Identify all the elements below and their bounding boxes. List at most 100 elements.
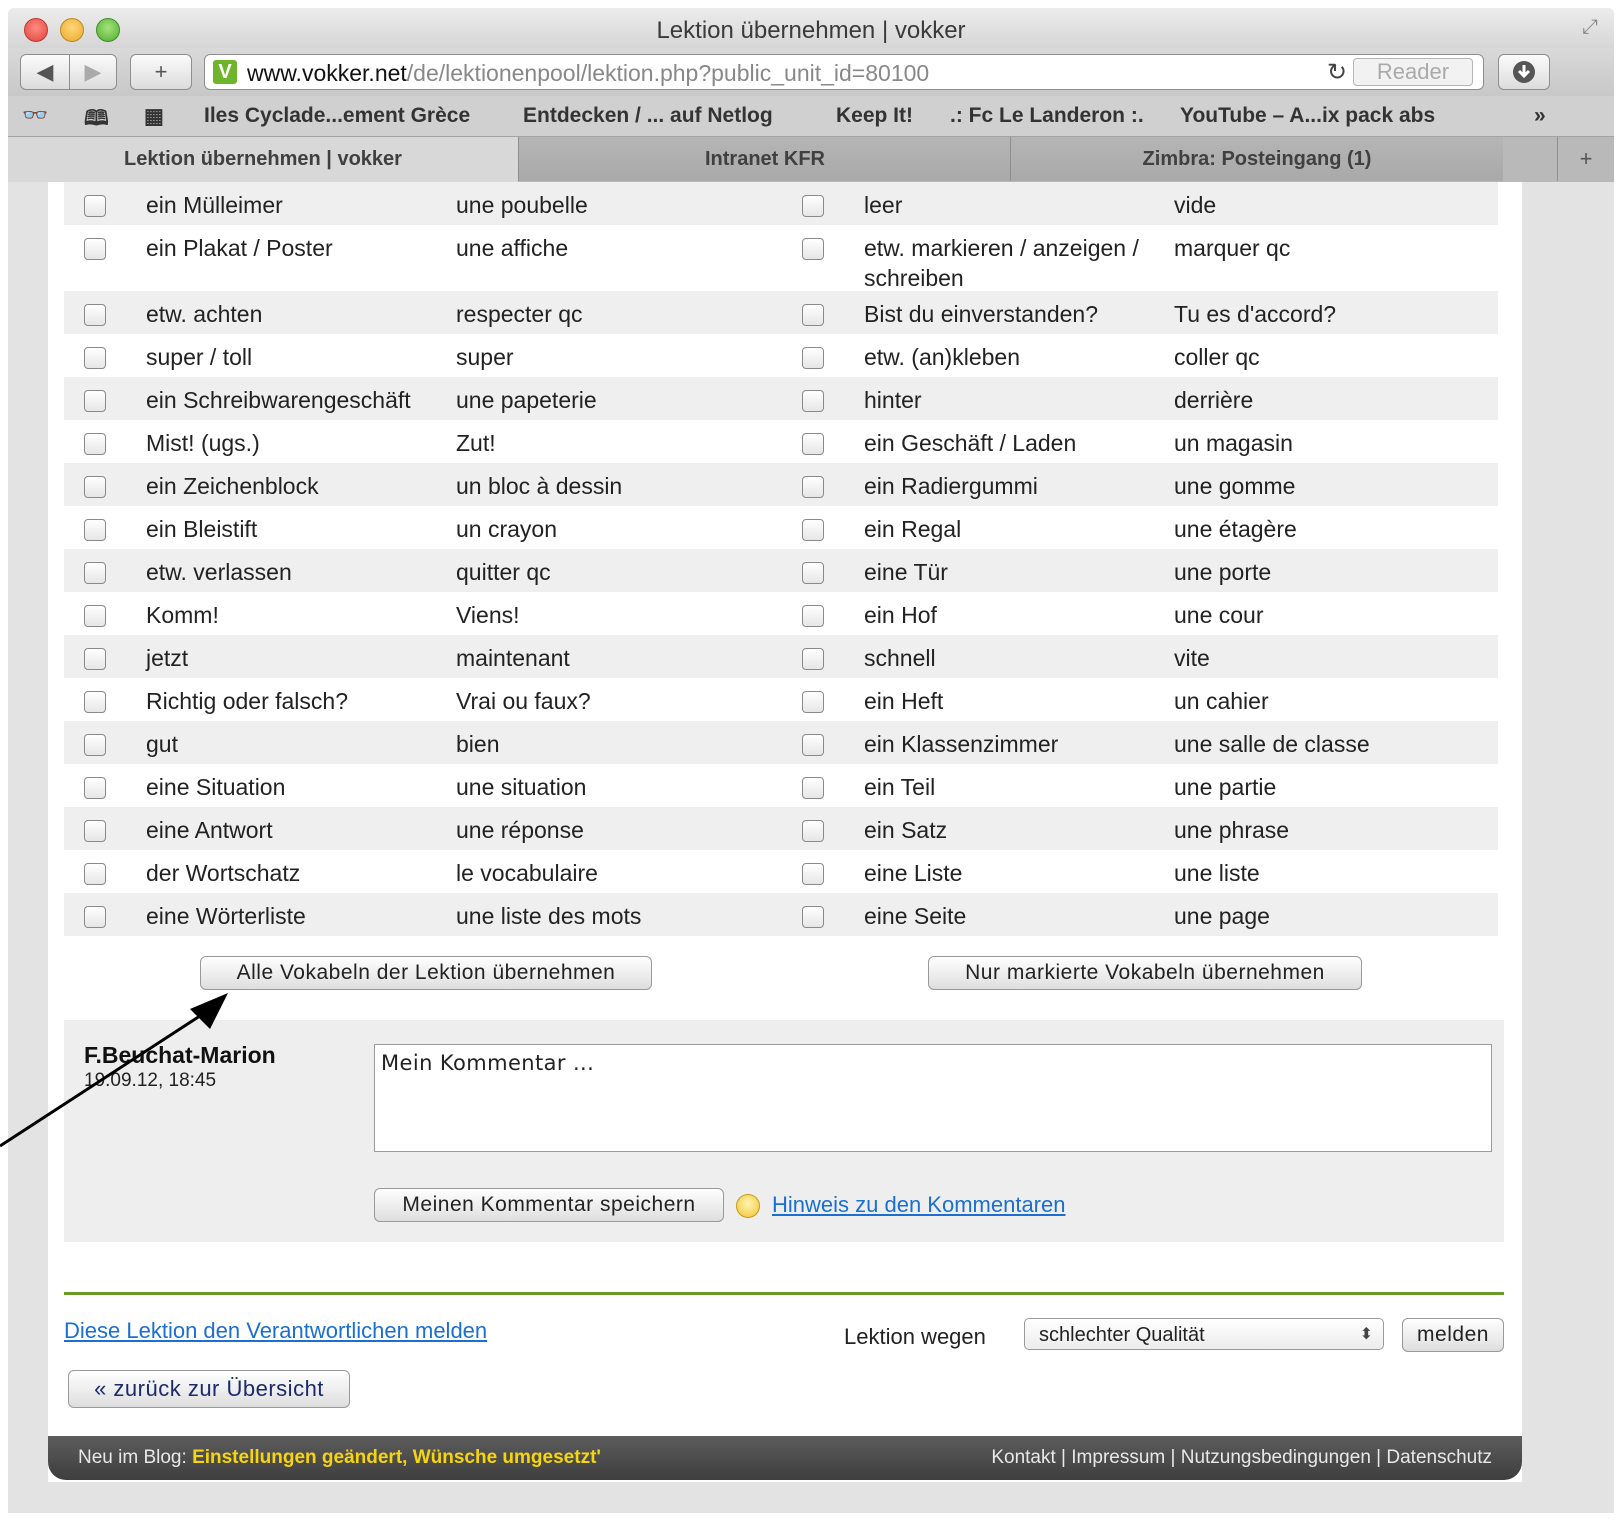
german-word: etw. markieren / anzeigen / schreiben (864, 235, 1139, 291)
german-word: ein Teil (864, 774, 936, 800)
french-word: bien (456, 731, 500, 757)
german-word: eine Wörterliste (146, 903, 306, 929)
report-lesson-link[interactable]: Diese Lektion den Verantwortlichen melde… (64, 1318, 487, 1344)
footer-links[interactable]: Kontakt | Impressum | Nutzungsbedingunge… (991, 1447, 1492, 1469)
vocab-checkbox[interactable] (802, 820, 824, 842)
reading-list-icon[interactable]: 👓 (22, 104, 48, 128)
vocab-checkbox[interactable] (802, 433, 824, 455)
german-word: eine Situation (146, 774, 286, 800)
downloads-button[interactable] (1498, 54, 1550, 90)
comment-hint-link[interactable]: Hinweis zu den Kommentaren (772, 1192, 1065, 1218)
vocab-checkbox[interactable] (84, 734, 106, 756)
french-word: quitter qc (456, 559, 551, 585)
take-marked-vocabulary-button[interactable]: Nur markierte Vokabeln übernehmen (928, 956, 1362, 990)
bookmarks-overflow-icon[interactable]: » (1534, 104, 1546, 128)
french-word: coller qc (1174, 344, 1260, 370)
top-sites-grid-icon[interactable]: ▦ (144, 104, 164, 129)
vocab-checkbox[interactable] (802, 195, 824, 217)
vocab-checkbox[interactable] (84, 519, 106, 541)
vocab-checkbox[interactable] (802, 304, 824, 326)
bookmark-item[interactable]: Keep It! (836, 104, 913, 128)
german-word: hinter (864, 387, 922, 413)
bookmark-item[interactable]: Iles Cyclade...ement Grèce (204, 104, 470, 128)
french-word: vite (1174, 645, 1210, 671)
vocab-checkbox[interactable] (802, 734, 824, 756)
vocab-checkbox[interactable] (802, 691, 824, 713)
comment-section: F.Beuchat-Marion 19.09.12, 18:45 Mein Ko… (64, 1020, 1504, 1242)
comment-author: F.Beuchat-Marion (84, 1042, 276, 1068)
reload-icon[interactable]: ↻ (1327, 58, 1347, 87)
german-word: jetzt (146, 645, 189, 671)
vocab-checkbox[interactable] (802, 476, 824, 498)
bookmark-item[interactable]: .: Fc Le Landeron :. (950, 104, 1144, 128)
french-word: le vocabulaire (456, 860, 598, 886)
vocab-checkbox[interactable] (84, 433, 106, 455)
vocab-checkbox[interactable] (802, 906, 824, 928)
vocab-checkbox[interactable] (84, 605, 106, 627)
vocab-checkbox[interactable] (84, 476, 106, 498)
vocab-checkbox[interactable] (802, 390, 824, 412)
vocabulary-row: ein Schreibwarengeschäft une papeterie hin… (64, 377, 1498, 420)
back-to-overview-button[interactable]: « zurück zur Übersicht (68, 1370, 350, 1408)
french-word: super (456, 344, 514, 370)
vocab-checkbox[interactable] (802, 605, 824, 627)
address-bar[interactable]: V www.vokker.net/de/lektionenpool/lektio… (204, 54, 1484, 90)
save-comment-button[interactable]: Meinen Kommentar speichern (374, 1188, 724, 1222)
vocab-checkbox[interactable] (802, 863, 824, 885)
vocab-checkbox[interactable] (802, 562, 824, 584)
report-reason-label: Lektion wegen (844, 1324, 986, 1349)
french-word: une affiche (456, 235, 569, 261)
footer-blog-prefix: Neu im Blog: (78, 1447, 187, 1468)
german-word: eine Antwort (146, 817, 273, 843)
vocab-checkbox[interactable] (84, 863, 106, 885)
french-word: une cour (1174, 602, 1264, 628)
vocab-checkbox[interactable] (84, 906, 106, 928)
vocab-checkbox[interactable] (84, 195, 106, 217)
german-word: ein Geschäft / Laden (864, 430, 1077, 456)
footer-blog-link[interactable]: Einstellungen geändert, Wünsche umgesetz… (192, 1447, 601, 1468)
vocab-checkbox[interactable] (84, 820, 106, 842)
add-bookmark-button[interactable]: + (130, 54, 192, 90)
fullscreen-icon[interactable]: ⤢ (1582, 16, 1598, 39)
vocab-checkbox[interactable] (84, 347, 106, 369)
page-viewport: ein Mülleimer une poubelle leer vide ein Pla… (8, 182, 1614, 1513)
forward-button[interactable]: ▶ (69, 54, 117, 90)
vocab-checkbox[interactable] (802, 777, 824, 799)
german-word: ein Plakat / Poster (146, 235, 333, 261)
report-submit-button[interactable]: melden (1402, 1318, 1504, 1352)
vocab-checkbox[interactable] (84, 390, 106, 412)
vocab-checkbox[interactable] (84, 691, 106, 713)
bookmark-item[interactable]: YouTube – A...ix pack abs (1180, 104, 1435, 128)
german-word: der Wortschatz (146, 860, 301, 886)
bookmark-item[interactable]: Entdecken / ... auf Netlog (523, 104, 773, 128)
vocabulary-row: Richtig oder falsch? Vrai ou faux? ein Hef… (64, 678, 1498, 721)
vocab-checkbox[interactable] (84, 562, 106, 584)
vocab-checkbox[interactable] (84, 238, 106, 260)
back-button[interactable]: ◀ (20, 54, 70, 90)
vocab-checkbox[interactable] (802, 238, 824, 260)
take-all-vocabulary-button[interactable]: Alle Vokabeln der Lektion übernehmen (200, 956, 652, 990)
new-tab-button[interactable]: + (1557, 137, 1614, 181)
vocab-checkbox[interactable] (84, 648, 106, 670)
vocab-checkbox[interactable] (802, 648, 824, 670)
report-reason-select[interactable]: schlechter Qualität ⬍ (1024, 1318, 1384, 1350)
comment-textarea[interactable]: Mein Kommentar ... (374, 1044, 1492, 1152)
french-word: Viens! (456, 602, 520, 628)
german-word: ein Schreibwarengeschäft (146, 387, 411, 413)
vocabulary-row: Komm! Viens! ein Hof une cour (64, 592, 1498, 635)
vocab-checkbox[interactable] (84, 777, 106, 799)
vocab-checkbox[interactable] (802, 519, 824, 541)
tab-intranet[interactable]: Intranet KFR (518, 137, 1011, 181)
vocab-checkbox[interactable] (84, 304, 106, 326)
french-word: Zut! (456, 430, 496, 456)
tab-zimbra[interactable]: Zimbra: Posteingang (1) (1010, 137, 1503, 181)
reader-button[interactable]: Reader (1353, 58, 1473, 86)
url-text[interactable]: www.vokker.net/de/lektionenpool/lektion.… (247, 60, 929, 87)
bookmarks-book-icon[interactable]: 🕮 (84, 104, 109, 139)
german-word: ein Satz (864, 817, 948, 843)
vocabulary-row: ein Zeichenblock un bloc à dessin ein Radi… (64, 463, 1498, 506)
vocabulary-table: ein Mülleimer une poubelle leer vide ein Pla… (64, 182, 1498, 936)
french-word: une situation (456, 774, 587, 800)
tab-lektion[interactable]: Lektion übernehmen | vokker (8, 137, 518, 182)
vocab-checkbox[interactable] (802, 347, 824, 369)
